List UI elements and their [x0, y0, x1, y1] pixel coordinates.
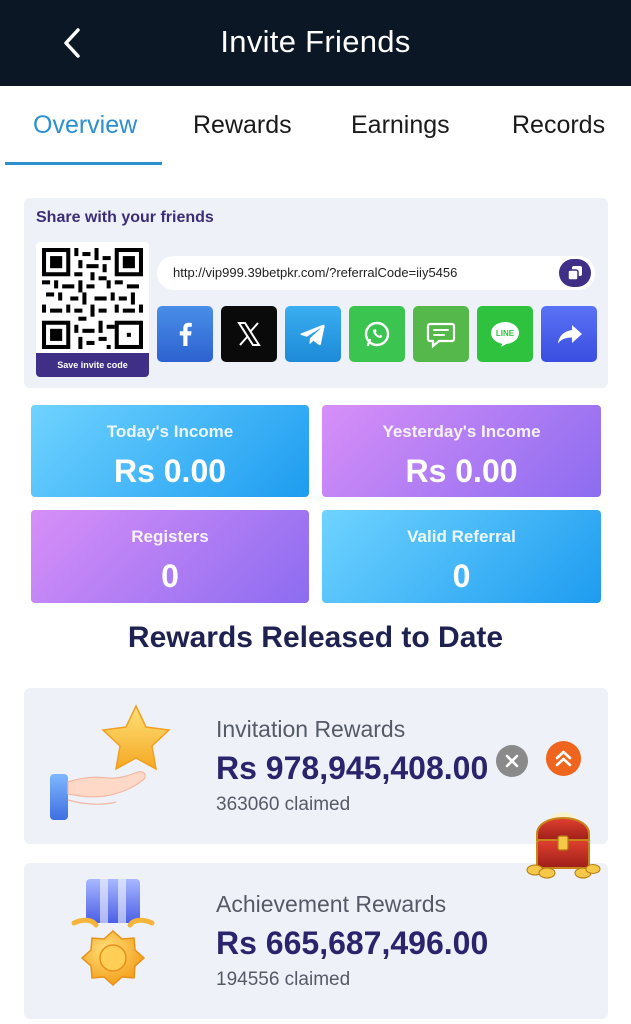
- valid-referral-card: Valid Referral 0: [322, 510, 601, 603]
- medal-icon: [71, 879, 155, 987]
- valid-referral-value: 0: [452, 558, 471, 594]
- copy-link-button[interactable]: [559, 259, 591, 287]
- app-header: Invite Friends: [0, 0, 631, 86]
- tab-records[interactable]: Records: [512, 111, 605, 140]
- share-telegram-button[interactable]: [285, 306, 341, 362]
- achievement-rewards-amount: Rs 665,687,496.00: [216, 925, 489, 961]
- achievement-rewards-name: Achievement Rewards: [216, 891, 447, 917]
- tab-overview[interactable]: Overview: [33, 111, 137, 140]
- svg-text:LINE: LINE: [496, 329, 515, 338]
- yesterday-income-value: Rs 0.00: [405, 453, 518, 489]
- tab-rewards[interactable]: Rewards: [193, 111, 292, 140]
- x-icon: [221, 306, 277, 362]
- page-title: Invite Friends: [220, 24, 411, 59]
- share-x-button[interactable]: [221, 306, 277, 362]
- today-income-card: Today's Income Rs 0.00: [31, 405, 309, 497]
- star-hand-icon: [50, 704, 171, 820]
- valid-referral-label: Valid Referral: [407, 527, 516, 546]
- share-icon: [541, 306, 597, 362]
- close-icon: [505, 754, 519, 768]
- registers-label: Registers: [131, 527, 209, 546]
- today-income-label: Today's Income: [106, 422, 234, 441]
- double-chevron-up-icon: [555, 750, 572, 767]
- share-title: Share with your friends: [36, 209, 214, 226]
- qr-code-icon: [42, 248, 143, 349]
- invitation-rewards-amount: Rs 978,945,408.00: [216, 750, 489, 786]
- share-more-button[interactable]: [541, 306, 597, 362]
- share-sms-button[interactable]: [413, 306, 469, 362]
- active-tab-indicator: [5, 162, 162, 165]
- share-line-button[interactable]: LINE: [477, 306, 533, 362]
- share-facebook-button[interactable]: [157, 306, 213, 362]
- yesterday-income-card: Yesterday's Income Rs 0.00: [322, 405, 601, 497]
- invitation-rewards-claimed: 363060 claimed: [216, 794, 351, 815]
- achievement-rewards-card: Achievement Rewards Rs 665,687,496.00 19…: [24, 863, 608, 1019]
- referral-link-field[interactable]: http://vip999.39betpkr.com/?referralCode…: [157, 256, 595, 290]
- telegram-icon: [285, 306, 341, 362]
- registers-value: 0: [161, 558, 179, 594]
- today-income-value: Rs 0.00: [113, 453, 227, 489]
- referral-link-text: http://vip999.39betpkr.com/?referralCode…: [173, 265, 458, 280]
- qr-code[interactable]: Save invite code: [36, 242, 149, 377]
- tab-bar: Overview Rewards Earnings Records: [0, 86, 631, 166]
- sms-icon: [413, 306, 469, 362]
- registers-card: Registers 0: [31, 510, 309, 603]
- yesterday-income-label: Yesterday's Income: [382, 422, 541, 441]
- copy-icon: [567, 266, 582, 281]
- facebook-icon: [157, 306, 213, 362]
- scroll-to-top-button[interactable]: [546, 741, 581, 776]
- close-floating-button[interactable]: [496, 745, 528, 777]
- achievement-rewards-claimed: 194556 claimed: [216, 969, 351, 990]
- share-whatsapp-button[interactable]: [349, 306, 405, 362]
- rewards-section-title: Rewards Released to Date: [127, 621, 504, 654]
- share-card: Share with your friends Save invite code…: [24, 198, 608, 388]
- save-invite-code-button[interactable]: Save invite code: [36, 353, 149, 377]
- whatsapp-icon: [349, 306, 405, 362]
- treasure-chest-icon[interactable]: [523, 808, 603, 880]
- invitation-rewards-name: Invitation Rewards: [216, 716, 406, 742]
- line-icon: LINE: [477, 306, 533, 362]
- tab-earnings[interactable]: Earnings: [351, 111, 450, 140]
